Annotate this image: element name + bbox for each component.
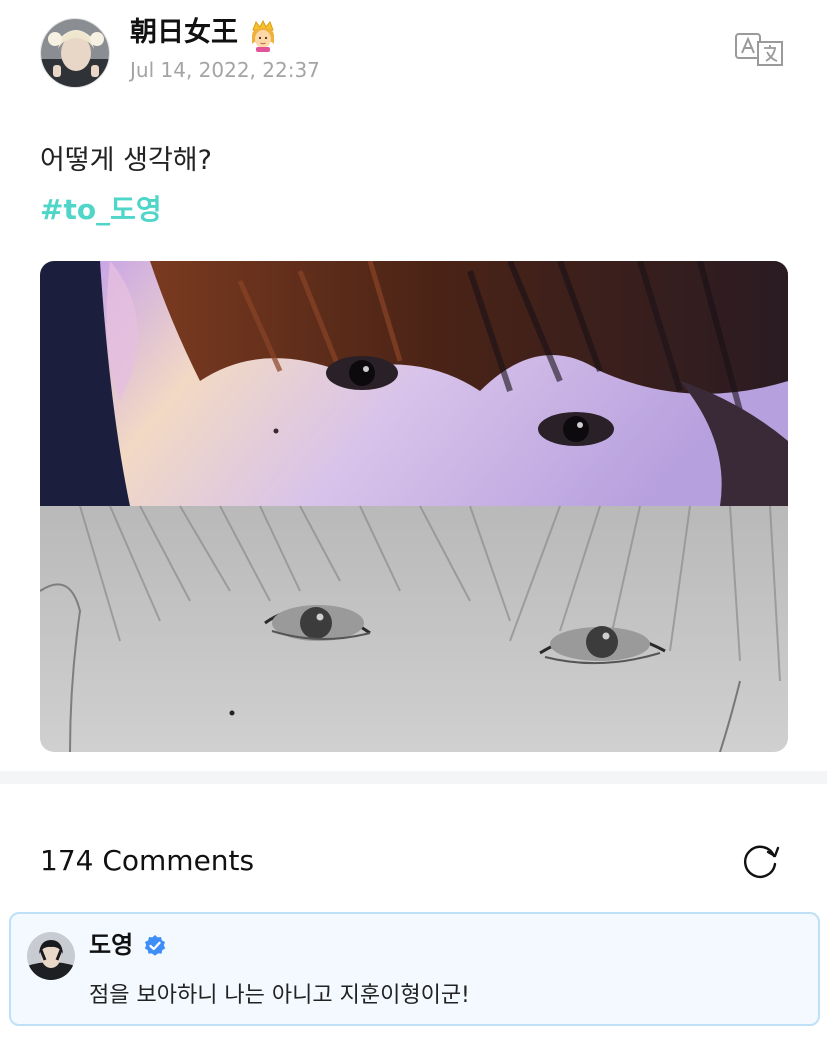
post-date: Jul 14, 2022, 22:37 [130, 58, 320, 82]
refresh-button[interactable] [738, 838, 782, 882]
post-header: 朝日女王 Jul 14, 2022, 22:37 [0, 0, 827, 110]
comment-text: 점을 보아하니 나는 아니고 지훈이형이군! [89, 983, 470, 1008]
comments-count: 174 Comments [40, 844, 255, 877]
author-name[interactable]: 朝日女王 [130, 16, 238, 50]
commenter-avatar[interactable] [27, 932, 75, 980]
section-divider [0, 771, 827, 784]
translate-button[interactable] [734, 32, 786, 68]
refresh-icon [743, 845, 780, 878]
verified-badge-icon [143, 934, 167, 958]
commenter-avatar-image [27, 932, 75, 980]
post-text: 어떻게 생각해? [40, 145, 212, 176]
author-avatar-image [41, 19, 109, 87]
princess-crown-icon [246, 18, 280, 52]
translate-icon [735, 33, 783, 66]
post-image[interactable] [40, 261, 788, 752]
post-hashtag[interactable]: #to_도영 [40, 190, 162, 230]
author-avatar[interactable] [40, 18, 110, 88]
commenter-name[interactable]: 도영 [89, 928, 133, 962]
pinned-comment[interactable]: 도영 점을 보아하니 나는 아니고 지훈이형이군! [9, 912, 820, 1026]
